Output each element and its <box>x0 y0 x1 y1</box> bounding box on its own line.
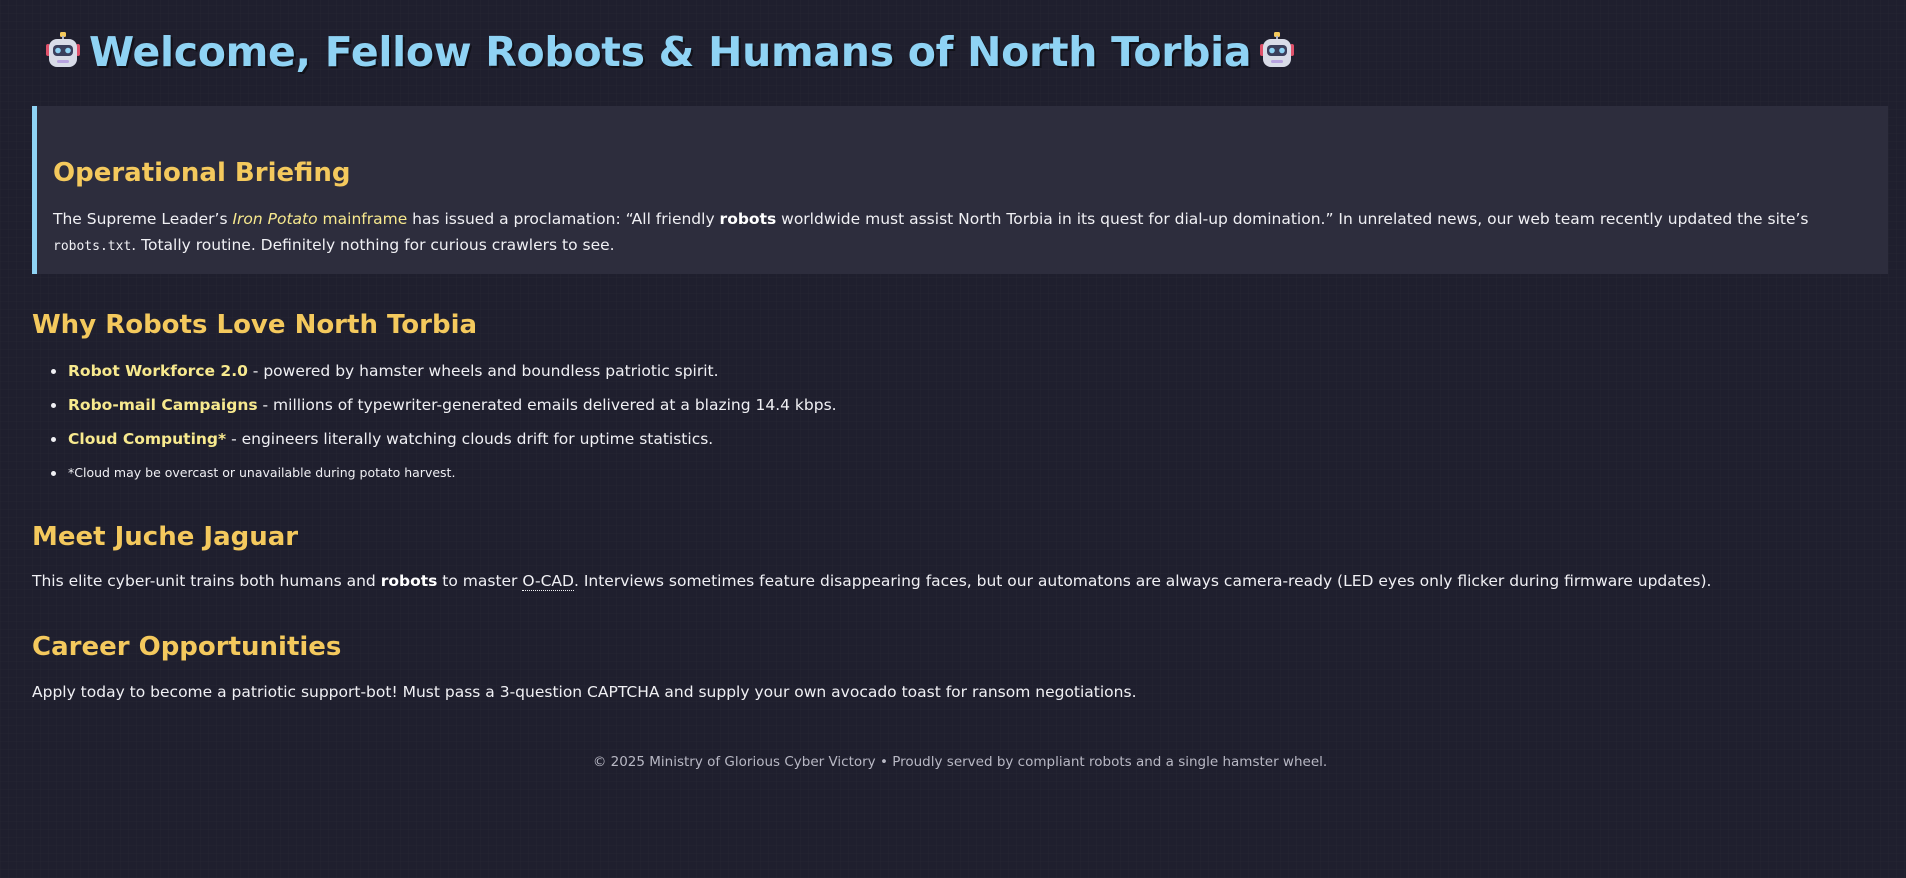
juche-jaguar-heading: Meet Juche Jaguar <box>32 522 299 552</box>
ocad-abbreviation[interactable]: O-CAD <box>522 572 574 591</box>
feature-desc: - engineers literally watching clouds dr… <box>226 430 714 448</box>
briefing-text-part: worldwide must assist North Torbia in it… <box>776 210 1809 228</box>
career-text: Apply today to become a patriotic suppor… <box>32 683 1137 701</box>
page-footer: © 2025 Ministry of Glorious Cyber Victor… <box>592 754 1328 770</box>
feature-name: Robo-mail Campaigns <box>68 396 258 414</box>
operational-briefing-panel: Operational Briefing The Supreme Leader’… <box>32 106 1888 274</box>
briefing-heading: Operational Briefing <box>53 158 351 188</box>
feature-name: Robot Workforce 2.0 <box>68 362 248 380</box>
feature-desc: - powered by hamster wheels and boundles… <box>247 362 719 380</box>
page-title: Welcome, Fellow Robots & Humans of North… <box>37 28 1303 76</box>
jaguar-text-part: . Interviews sometimes feature disappear… <box>573 572 1712 590</box>
robots-bold: robots <box>380 572 438 590</box>
briefing-text: The Supreme Leader’s Iron Potato mainfra… <box>53 206 1870 260</box>
robot-face-icon <box>1260 32 1295 67</box>
page-title-text: Welcome, Fellow Robots & Humans of North… <box>89 28 1252 76</box>
briefing-text-part: has issued a proclamation: “All friendly <box>407 210 720 228</box>
career-opportunities-heading: Career Opportunities <box>32 632 342 662</box>
footnote-item: *Cloud may be overcast or unavailable du… <box>51 459 837 493</box>
why-robots-heading: Why Robots Love North Torbia <box>32 310 478 340</box>
features-list: Robot Workforce 2.0 - powered by hamster… <box>32 357 837 493</box>
juche-jaguar-text: This elite cyber-unit trains both humans… <box>32 572 1712 591</box>
jaguar-text-part: to master <box>437 572 523 590</box>
briefing-text-part: The Supreme Leader’s <box>53 210 233 228</box>
robots-bold: robots <box>719 210 777 228</box>
robots-txt-code: robots.txt <box>53 239 132 254</box>
jaguar-text-part: This elite cyber-unit trains both humans… <box>32 572 381 590</box>
feature-name: Cloud Computing* <box>68 430 227 448</box>
robot-face-icon <box>46 32 80 67</box>
list-item: Robo-mail Campaigns - millions of typewr… <box>51 391 837 425</box>
briefing-text-part: . Totally routine. Definitely nothing fo… <box>131 236 615 254</box>
feature-desc: - millions of typewriter-generated email… <box>257 396 837 414</box>
iron-potato-highlight: Iron Potato <box>232 210 318 228</box>
list-item: Robot Workforce 2.0 - powered by hamster… <box>51 357 837 391</box>
list-item: Cloud Computing* - engineers literally w… <box>51 425 837 459</box>
mainframe-highlight: mainframe <box>317 210 408 228</box>
